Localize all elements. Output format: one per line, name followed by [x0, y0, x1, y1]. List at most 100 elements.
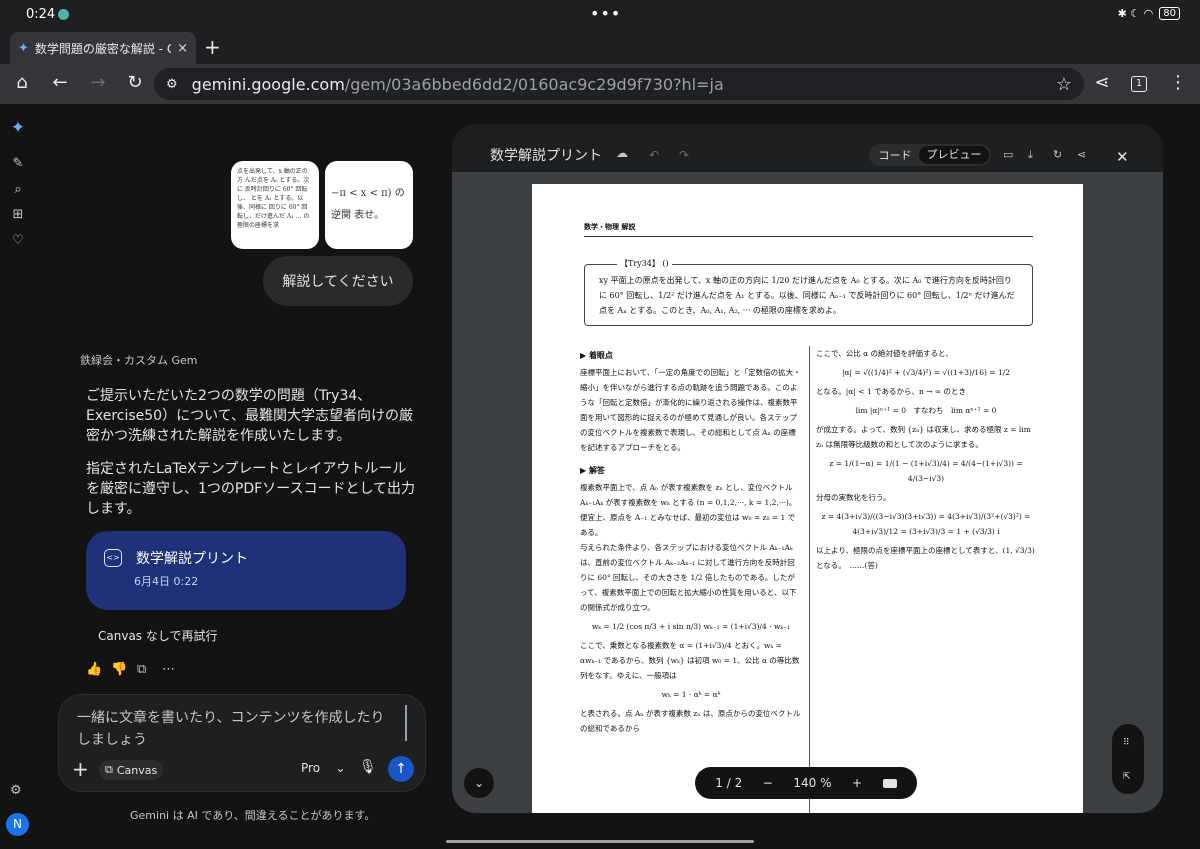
apps-icon[interactable]: ⊞: [10, 207, 26, 222]
home-icon[interactable]: ⌂: [10, 72, 34, 93]
refresh-icon[interactable]: ↻: [1053, 148, 1062, 161]
user-message: 解説してください: [263, 256, 413, 306]
tab-title: 数学問題の厳密な解説 - Go: [34, 41, 172, 56]
share-icon[interactable]: ⋖: [1077, 148, 1086, 161]
attached-image-2-text: −π < x < π) の逆関 表せ。: [331, 188, 405, 221]
canvas-panel: 数学解説プリント ☁ ↶ ↷ コード プレビュー ▭ ⤓ ↻ ⋖ ✕ 数学・物理…: [452, 124, 1163, 813]
attached-image-2[interactable]: −π < x < π) の逆関 表せ。: [325, 161, 413, 249]
paragraph: 分母の実数化を行う。: [816, 493, 891, 502]
cloud-saved-icon: ☁: [616, 146, 628, 160]
send-button[interactable]: ↑: [388, 756, 414, 782]
canvas-chip-icon: ⧉: [105, 763, 113, 776]
canvas-title: 数学解説プリント: [490, 148, 602, 164]
system-icons: ✱ ☾ ◠ 80: [1118, 7, 1180, 20]
column-divider: [809, 346, 810, 813]
reply-paragraph-1: ご提示いただいた2つの数学の問題（Try34、Exercise50）について、最…: [86, 388, 413, 444]
chevron-down-icon: ⌄: [335, 761, 346, 775]
tab-preview[interactable]: プレビュー: [919, 146, 989, 164]
multiwindow-handle[interactable]: •••: [590, 4, 621, 23]
gesture-bar[interactable]: [446, 840, 754, 843]
section-heading: ▶ 着眼点: [580, 350, 613, 360]
address-bar[interactable]: ⚙ gemini.google.com/gem/03a6bbed6dd2/016…: [154, 68, 1084, 100]
search-icon[interactable]: ⌕: [10, 182, 26, 197]
retry-without-canvas-button[interactable]: Canvas なしで再試行: [98, 627, 218, 644]
avatar[interactable]: N: [6, 813, 29, 836]
equation: z = 4(3+i√3)/((3−i√3)(3+i√3)) = 4(3+i√3)…: [821, 512, 1031, 536]
model-selector[interactable]: Pro ⌄: [301, 761, 345, 775]
page-toolbar: 1 / 2 − 140 % +: [695, 767, 917, 799]
paragraph: 与えられた条件より、各ステップにおける変位ベクトル Aₖ₋₁Aₖ は、直前の変位…: [580, 543, 797, 612]
equation: wₖ = 1 · αᵏ = αᵏ: [661, 690, 721, 699]
grid-icon[interactable]: ⠿: [1123, 738, 1130, 748]
canvas-card-title: 数学解説プリント: [136, 551, 248, 567]
thumbs-up-icon[interactable]: 👍: [86, 662, 102, 677]
forward-icon[interactable]: →: [86, 72, 110, 93]
equation: lim |α|ⁿ⁺¹ = 0 すなわち lim αⁿ⁺¹ = 0: [855, 406, 997, 415]
tab-switcher-button[interactable]: 1: [1131, 76, 1147, 92]
status-icons: ✱ ☾ ◠: [1117, 7, 1154, 20]
copy-icon[interactable]: ⧉: [137, 662, 146, 677]
prompt-placeholder[interactable]: 一緒に文章を書いたり、コンテンツを作成したりしましょう: [77, 707, 397, 751]
site-info-icon[interactable]: ⚙: [166, 77, 178, 92]
browser-toolbar: ⌂ ← → ↻ ⚙ gemini.google.com/gem/03a6bbed…: [0, 64, 1200, 104]
pdf-viewer[interactable]: 数学・物理 解説 【Try34】 () xy 平面上の原点を出発して、x 軸の正…: [452, 172, 1163, 813]
right-column: ここで、公比 α の絶対値を評価すると、 |α| = √((1/4)² + (√…: [816, 346, 1036, 573]
canvas-chip-label: Canvas: [116, 763, 158, 777]
attached-image-1[interactable]: 点を出発して、x 軸の正の方 んだ点を A₀ とする。次に 反時計回りに 60°…: [231, 161, 319, 249]
gems-icon[interactable]: ♡: [10, 233, 26, 248]
prompt-input-box[interactable]: 一緒に文章を書いたり、コンテンツを作成したりしましょう + ⧉ Canvas Pr…: [58, 694, 426, 792]
paragraph: となる。|α| < 1 であるから、n → ∞ のとき: [816, 387, 967, 396]
new-chat-icon[interactable]: ✎: [10, 156, 26, 171]
tab-strip: ✦ 数学問題の厳密な解説 - Go × +: [0, 30, 1200, 64]
reload-icon[interactable]: ↻: [123, 72, 147, 93]
select-icon[interactable]: ⇱: [1123, 772, 1131, 782]
console-icon[interactable]: ▭: [1003, 148, 1013, 161]
paragraph: 座標平面上において、「一定の角度での回転」と「定数倍の拡大・縮小」を伴いながら進…: [580, 368, 801, 452]
redo-icon[interactable]: ↷: [679, 148, 689, 162]
url-path: /gem/03a6bbed6dd2/0160ac9c29d9f730?hl=ja: [344, 74, 724, 94]
gem-label: 鉄緑会・カスタム Gem: [80, 354, 198, 367]
close-icon[interactable]: ✕: [1116, 148, 1129, 166]
zoom-in-button[interactable]: +: [852, 776, 862, 790]
problem-text: xy 平面上の原点を出発して、x 軸の正の方向に 1/20 だけ進んだ点を A₀…: [599, 276, 1015, 315]
settings-gear-icon[interactable]: ⚙: [10, 783, 22, 798]
menu-icon[interactable]: ⋮: [1166, 72, 1190, 93]
paragraph: ここで、公比 α の絶対値を評価すると、: [816, 349, 953, 358]
scrollbar[interactable]: [405, 705, 407, 741]
zoom-out-button[interactable]: −: [763, 776, 773, 790]
page-header: 数学・物理 解説: [584, 222, 636, 231]
undo-icon[interactable]: ↶: [649, 148, 659, 162]
url-host: gemini.google.com: [191, 74, 345, 94]
problem-tag: 【Try34】 (): [617, 258, 672, 269]
battery-indicator: 80: [1159, 7, 1180, 20]
download-icon[interactable]: ⤓: [1028, 148, 1033, 162]
canvas-chip[interactable]: ⧉ Canvas: [99, 760, 164, 780]
disclaimer: Gemini は AI であり、間違えることがあります。: [130, 809, 376, 822]
paragraph: 以上より、極限の点を座標平面上の座標として表すと、(1, √3/3) となる。 …: [816, 546, 1035, 570]
canvas-card[interactable]: <> 数学解説プリント 6月4日 0:22: [86, 531, 406, 610]
more-options-icon[interactable]: ⋯: [162, 662, 175, 677]
share-icon[interactable]: ⋖: [1090, 72, 1114, 93]
microphone-icon[interactable]: 🎙: [359, 759, 377, 775]
back-icon[interactable]: ←: [48, 72, 72, 93]
model-label: Pro: [301, 761, 321, 775]
reply-paragraph-2: 指定されたLaTeXテンプレートとレイアウトルールを厳密に遵守し、1つのPDFソ…: [86, 461, 416, 517]
paragraph: 複素数平面上で、点 Aₙ が表す複素数を zₙ とし、変位ベクトル Aₖ₋₁Aₖ…: [580, 483, 797, 537]
add-attachment-icon[interactable]: +: [72, 757, 89, 781]
fit-page-icon[interactable]: [882, 778, 897, 788]
url-text[interactable]: gemini.google.com/gem/03a6bbed6dd2/0160a…: [192, 75, 1056, 94]
scroll-down-icon[interactable]: ⌄: [464, 768, 494, 798]
bookmark-star-icon[interactable]: ☆: [1056, 74, 1072, 95]
close-tab-icon[interactable]: ×: [177, 41, 188, 56]
equation: |α| = √((1/4)² + (√3/4)²) = √((1+3)/16) …: [841, 368, 1011, 377]
thumbs-down-icon[interactable]: 👎: [111, 662, 127, 677]
browser-tab[interactable]: ✦ 数学問題の厳密な解説 - Go ×: [10, 32, 196, 64]
status-bar: 0:24 ••• ✱ ☾ ◠ 80: [0, 0, 1200, 30]
zoom-level: 140 %: [793, 776, 832, 790]
gemini-logo-icon[interactable]: ✦: [10, 118, 26, 138]
paragraph: が成立する。よって、数列 {zₙ} は収束し、求める極限 z = lim zₙ …: [816, 425, 1031, 449]
tab-code[interactable]: コード: [871, 147, 919, 163]
new-tab-button[interactable]: +: [204, 35, 221, 59]
view-toggle[interactable]: コード プレビュー: [869, 144, 991, 166]
left-column: ▶ 着眼点 座標平面上において、「一定の角度での回転」と「定数倍の拡大・縮小」を…: [580, 346, 802, 736]
